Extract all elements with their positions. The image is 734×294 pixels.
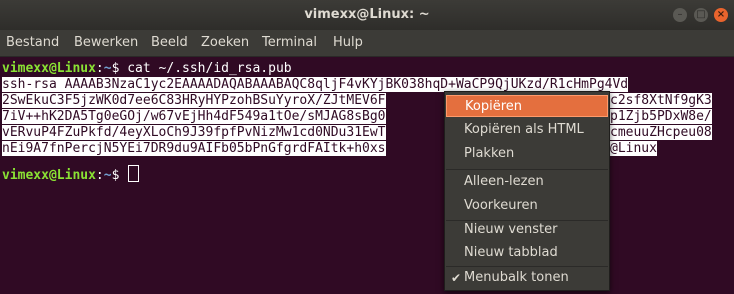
close-button[interactable]: × (714, 8, 728, 22)
menu-item-nieuw-venster[interactable]: Nieuw venster (446, 219, 608, 241)
prompt-sep: : (95, 61, 104, 76)
prompt-dollar: $ (111, 61, 128, 76)
menu-item-menubalk-tonen[interactable]: ✔ Menubalk tonen (446, 267, 608, 289)
menu-item-plakken[interactable]: Plakken (446, 143, 608, 165)
menu-bar: Bestand Bewerken Beeld Zoeken Terminal H… (0, 30, 734, 57)
output-tail: p1Zjb5PDxW8e/ (610, 109, 712, 124)
output-line: nEi9A7fnPercjN5YEi7DR9du9AIFb05bPnGfgrdF… (2, 141, 386, 156)
window-title: vimexx@Linux: ~ (304, 7, 430, 22)
checkmark-icon: ✔ (451, 271, 462, 285)
maximize-button[interactable]: □ (694, 8, 708, 22)
menu-item-voorkeuren[interactable]: Voorkeuren (446, 195, 608, 217)
menu-hulp[interactable]: Hulp (333, 35, 363, 50)
output-line: 2SwEkuC3F5jzWK0d7ee6C83HRyHYPzohBSuYyroX… (2, 93, 386, 108)
command-line: vimexx@Linux:~$ cat ~/.ssh/id_rsa.pub (2, 61, 292, 77)
menu-item-kopieren[interactable]: Kopiëren (446, 95, 608, 117)
output-line: vERvuP4FZuPkfd/4eyXLoCh9J39fpfPvNizMw1cd… (2, 125, 386, 140)
menu-item-nieuw-tabblad[interactable]: Nieuw tabblad (446, 242, 608, 264)
prompt-line: vimexx@Linux:~$ (2, 165, 140, 183)
text-cursor (128, 165, 140, 182)
output-tail: @Linux (610, 141, 657, 156)
prompt-path: ~ (103, 61, 112, 76)
menu-zoeken[interactable]: Zoeken (201, 35, 249, 50)
menu-bestand[interactable]: Bestand (6, 35, 59, 50)
menu-bewerken[interactable]: Bewerken (74, 35, 138, 50)
command-text: cat ~/.ssh/id_rsa.pub (127, 61, 292, 76)
menu-terminal[interactable]: Terminal (262, 35, 317, 50)
terminal-area[interactable]: vimexx@Linux:~$ cat ~/.ssh/id_rsa.pub ss… (0, 57, 734, 294)
menu-separator (446, 169, 608, 170)
context-menu: Kopiëren Kopiëren als HTML Plakken Allee… (444, 91, 610, 291)
terminal-scrollbar[interactable] (728, 57, 734, 294)
output-tail: cmeuuZHcpeu08 (610, 125, 712, 140)
menu-beeld[interactable]: Beeld (151, 35, 188, 50)
menu-item-kopieren-als-html[interactable]: Kopiëren als HTML (446, 119, 608, 141)
title-bar: vimexx@Linux: ~ – □ × (0, 0, 734, 30)
output-line: 7iV++hK2DA5Tg0eGOj/w67vEjHh4dF549a1tOe/s… (2, 109, 386, 124)
minimize-button[interactable]: – (673, 8, 687, 22)
prompt-user: vimexx@Linux (2, 61, 96, 76)
output-tail: c2sf8XtNf9gK3 (610, 93, 712, 108)
menu-item-alleen-lezen[interactable]: Alleen-lezen (446, 171, 608, 193)
